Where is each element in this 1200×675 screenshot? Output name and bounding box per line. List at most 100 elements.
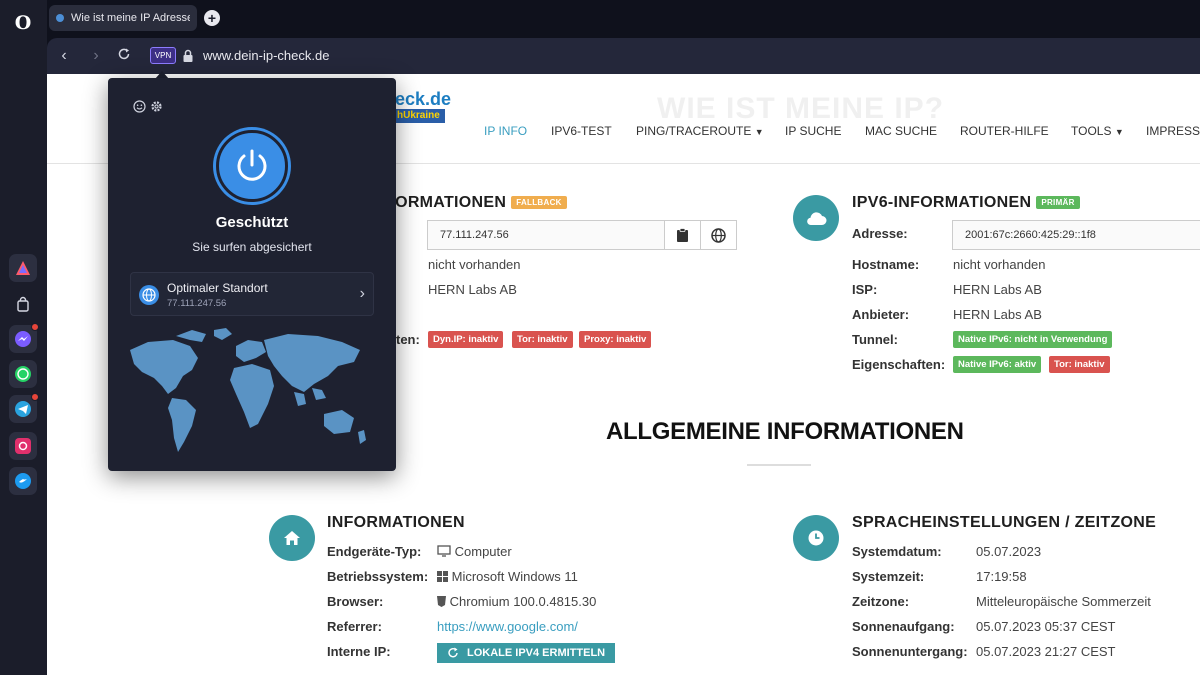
notification-dot <box>31 393 39 401</box>
browser-window: O Wie ist meine IP Adresse ü + ‹ › VPN w… <box>0 0 1200 675</box>
refresh-icon <box>448 647 458 658</box>
menu-ip-info[interactable]: IP INFO <box>484 124 527 138</box>
system-time-value: 17:19:58 <box>976 569 1027 584</box>
twitter-icon[interactable] <box>9 467 37 495</box>
vpn-status-subtitle: Sie surfen abgesichert <box>192 240 312 254</box>
tag-ipv6-tor: Tor: inaktiv <box>1049 356 1110 373</box>
ipv6-address-field[interactable]: 2001:67c:2660:425:29::1f8 <box>952 220 1200 250</box>
menu-tools[interactable]: TOOLS ▼ <box>1071 124 1124 138</box>
tag-tor: Tor: inaktiv <box>512 331 573 348</box>
vpn-status-title: Geschützt <box>215 214 289 231</box>
browser-text: Chromium 100.0.4815.30 <box>449 594 597 609</box>
smiley-icon[interactable] <box>133 100 146 118</box>
tab-bar: Wie ist meine IP Adresse ü + <box>47 0 1200 38</box>
menu-mac-suche[interactable]: MAC SUCHE <box>865 124 937 138</box>
device-type-value: Computer <box>437 544 512 559</box>
copy-clipboard-icon[interactable] <box>664 220 701 250</box>
tag-proxy: Proxy: inaktiv <box>579 331 652 348</box>
ipv4-title: FORMATIONEN FALLBACK <box>385 194 567 212</box>
lock-icon[interactable] <box>182 48 194 64</box>
globe-lookup-icon[interactable] <box>700 220 737 250</box>
vpn-power-button[interactable] <box>216 130 288 202</box>
location-globe-icon <box>139 285 159 305</box>
ipv4-address-field[interactable]: 77.111.247.56 <box>427 220 666 250</box>
browser-label: Browser: <box>327 594 384 609</box>
url-text[interactable]: www.dein-ip-check.de <box>203 48 329 63</box>
ipv6-address-label: Adresse: <box>852 226 908 241</box>
vpn-location-selector[interactable]: Optimaler Standort 77.111.247.56 › <box>130 272 374 316</box>
site-logo[interactable]: eck.de <box>395 89 451 110</box>
lang-title: SPRACHEINSTELLUNGEN / ZEITZONE <box>852 514 1157 531</box>
chevron-right-icon: › <box>359 285 365 302</box>
referrer-value: https://www.google.com/ <box>437 619 578 634</box>
sunset-label: Sonnenuntergang: <box>852 644 968 659</box>
tag-native-ipv6-tunnel: Native IPv6: nicht in Verwendung <box>953 331 1113 348</box>
ipv4-isp: HERN Labs AB <box>428 282 517 297</box>
telegram-icon[interactable] <box>9 393 39 423</box>
menu-ping-label: PING/TRACEROUTE <box>636 124 752 138</box>
back-arrow-icon[interactable]: ‹ <box>55 47 73 65</box>
opera-logo-icon[interactable]: O <box>11 11 35 35</box>
ipv6-hostname-label: Hostname: <box>852 257 920 272</box>
world-map-icon <box>130 328 366 452</box>
ipv6-hostname: nicht vorhanden <box>953 257 1046 272</box>
whatsapp-icon[interactable] <box>9 360 37 388</box>
os-text: Microsoft Windows 11 <box>451 569 578 584</box>
reload-icon[interactable] <box>115 47 133 65</box>
shopping-bag-icon[interactable] <box>9 290 37 318</box>
timezone-value: Mitteleuropäische Sommerzeit <box>976 594 1151 609</box>
aria-icon[interactable] <box>9 254 37 282</box>
detect-local-ipv4-label: LOKALE IPV4 ERMITTELN <box>467 647 606 659</box>
tag-native-ipv6-active: Native IPv6: aktiv <box>953 356 1042 373</box>
timezone-label: Zeitzone: <box>852 594 910 609</box>
ipv6-isp: HERN Labs AB <box>953 282 1042 297</box>
menu-impressum[interactable]: IMPRESSU <box>1146 124 1200 138</box>
tab-title: Wie ist meine IP Adresse ü <box>71 12 190 24</box>
opera-sidebar: O <box>0 0 47 675</box>
sunrise-label: Sonnenaufgang: <box>852 619 955 634</box>
menu-ipv6-test[interactable]: IPV6-TEST <box>551 124 612 138</box>
ipv6-provider: HERN Labs AB <box>953 307 1042 322</box>
new-tab-plus-icon[interactable]: + <box>204 10 220 26</box>
monitor-icon <box>437 545 451 557</box>
detect-local-ipv4-button[interactable]: LOKALE IPV4 ERMITTELN <box>437 643 616 663</box>
messenger-icon[interactable] <box>9 323 39 353</box>
home-icon <box>269 515 315 561</box>
primary-badge: PRIMÄR <box>1036 196 1080 210</box>
vpn-popup: Geschützt Sie surfen abgesichert Optimal… <box>108 78 396 471</box>
windows-icon <box>437 571 448 582</box>
power-icon <box>237 149 267 181</box>
forward-arrow-icon[interactable]: › <box>87 47 105 65</box>
html5-shield-icon <box>437 596 446 607</box>
settings-gear-icon[interactable] <box>150 100 163 118</box>
system-date-value: 05.07.2023 <box>976 544 1042 559</box>
section-divider <box>747 464 811 466</box>
tab-favicon-icon <box>56 14 64 22</box>
browser-value: Chromium 100.0.4815.30 <box>437 594 596 609</box>
menu-ping-traceroute[interactable]: PING/TRACEROUTE ▼ <box>636 124 764 138</box>
referrer-label: Referrer: <box>327 619 382 634</box>
system-time-label: Systemzeit: <box>852 569 925 584</box>
general-info-heading-text: ALLGEMEINE INFORMATIONEN <box>606 418 964 445</box>
ipv6-provider-label: Anbieter: <box>852 307 910 322</box>
instagram-icon[interactable] <box>9 432 37 460</box>
active-tab[interactable]: Wie ist meine IP Adresse ü <box>49 5 197 31</box>
sunset-value: 05.07.2023 21:27 CEST <box>976 644 1116 659</box>
location-ip: 77.111.247.56 <box>167 298 227 309</box>
header-watermark: WIE IST MEINE IP? <box>657 92 945 125</box>
ipv4-properties-label: ten: <box>396 332 420 347</box>
ipv4-title-text: FORMATIONEN <box>385 194 507 211</box>
ipv6-title: IPV6-INFORMATIONEN PRIMÄR <box>852 194 1080 212</box>
menu-router-hilfe[interactable]: ROUTER-HILFE <box>960 124 1049 138</box>
ipv6-properties-label: Eigenschaften: <box>852 357 946 372</box>
ipv6-isp-label: ISP: <box>852 282 878 297</box>
notification-dot <box>31 323 39 331</box>
referrer-link[interactable]: https://www.google.com/ <box>437 619 578 634</box>
address-bar: ‹ › VPN www.dein-ip-check.de <box>47 38 1200 74</box>
os-value: Microsoft Windows 11 <box>437 569 578 584</box>
ipv6-tunnel-label: Tunnel: <box>852 332 898 347</box>
vpn-badge[interactable]: VPN <box>150 47 176 64</box>
menu-ip-suche[interactable]: IP SUCHE <box>785 124 841 138</box>
fallback-badge: FALLBACK <box>511 196 567 210</box>
tag-dynip: Dyn.IP: inaktiv <box>428 331 504 348</box>
